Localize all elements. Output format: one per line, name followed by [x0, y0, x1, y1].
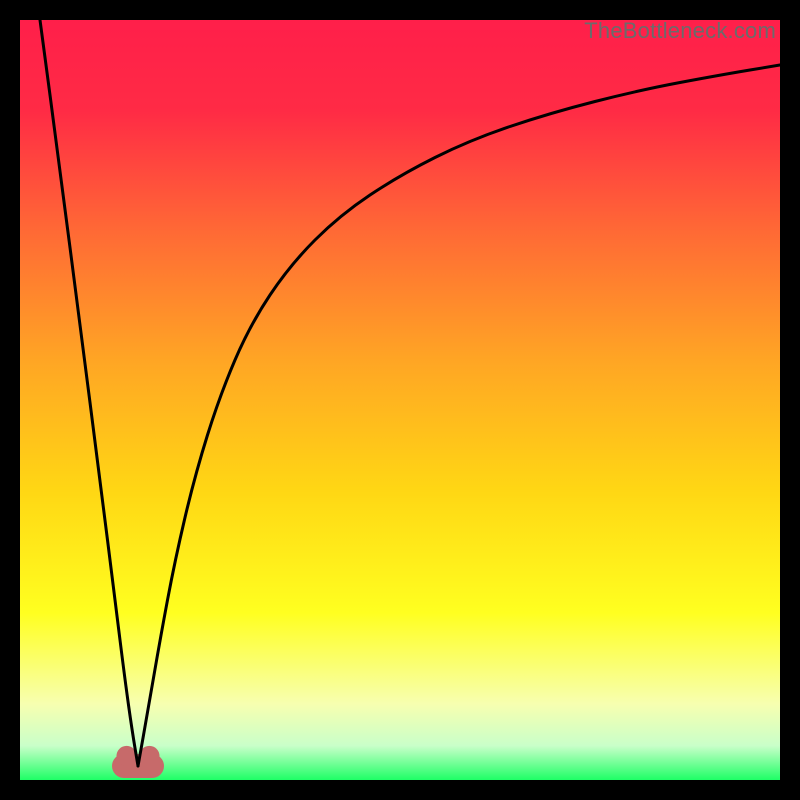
plot-area [20, 20, 780, 780]
gradient-background [20, 20, 780, 780]
watermark-text: TheBottleneck.com [584, 18, 776, 44]
chart-frame: TheBottleneck.com [20, 20, 780, 780]
